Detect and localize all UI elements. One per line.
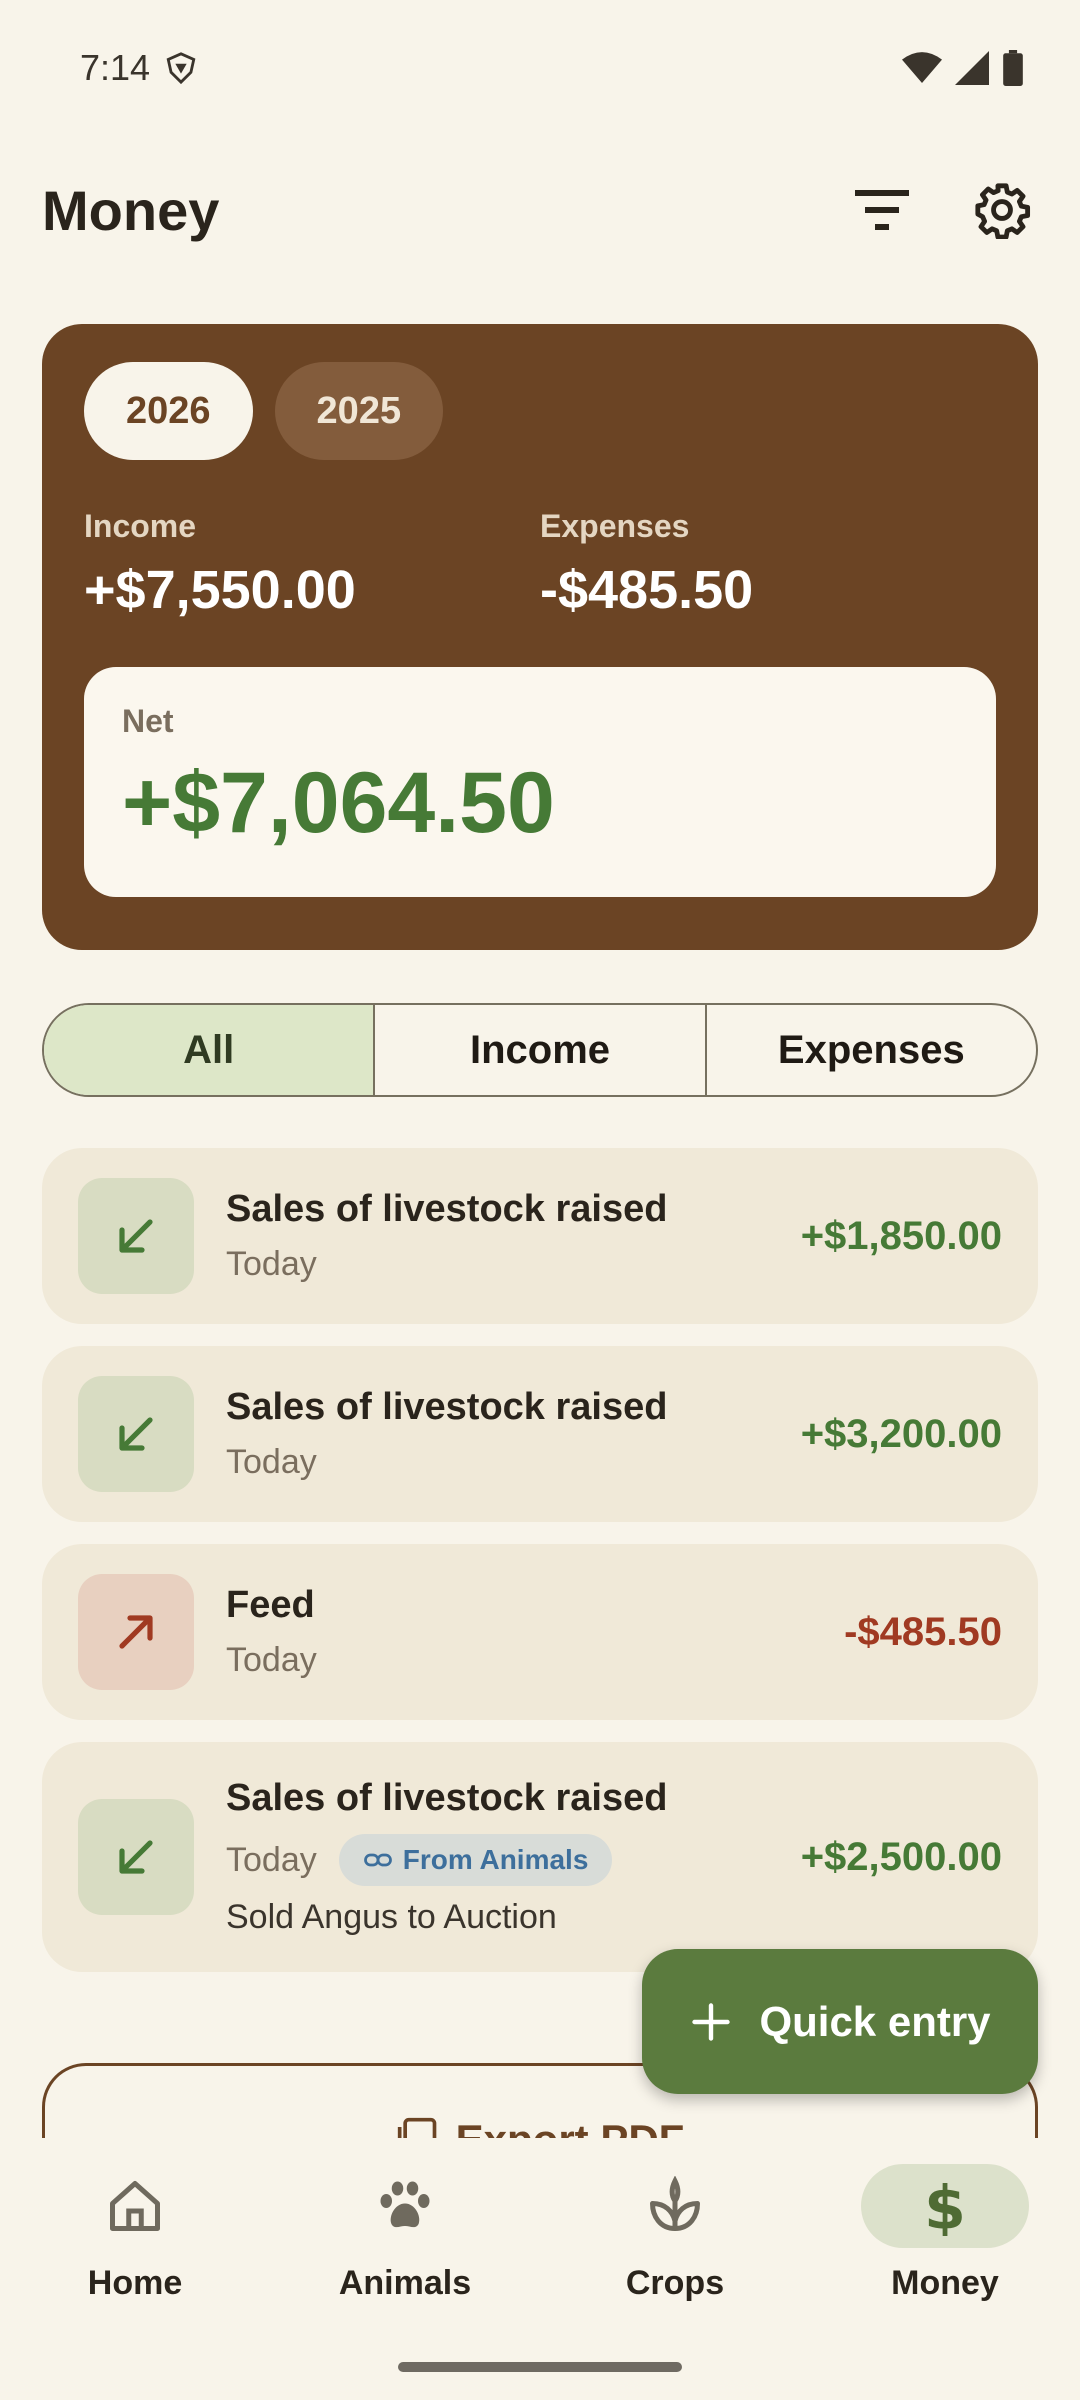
settings-button[interactable] — [966, 174, 1038, 246]
transaction-meta: Today — [226, 1245, 801, 1284]
nav-crops-icon-wrap — [591, 2164, 759, 2248]
transaction-date: Today — [226, 1245, 317, 1283]
filter-income[interactable]: Income — [375, 1005, 707, 1095]
nav-crops-label: Crops — [625, 2264, 725, 2302]
plus-icon — [692, 2002, 731, 2041]
quick-entry-label: Quick entry — [759, 1997, 991, 2045]
income-badge — [78, 1799, 194, 1915]
sprout-icon — [650, 2176, 700, 2231]
transaction-list: Sales of livestock raised Today +$1,850.… — [42, 1148, 1038, 1994]
status-bar: 7:14 — [0, 0, 1080, 136]
paw-icon — [380, 2181, 430, 2228]
wifi-icon — [902, 52, 942, 83]
transaction-title: Sales of livestock raised — [226, 1777, 668, 1819]
transaction-body: Feed Today — [226, 1584, 844, 1680]
quick-entry-fab[interactable]: Quick entry — [642, 1949, 1038, 2094]
home-icon — [110, 2181, 160, 2231]
type-filter-segmented: All Income Expenses — [42, 1003, 1038, 1097]
filter-expenses[interactable]: Expenses — [707, 1005, 1036, 1095]
nav-money-label: Money — [891, 2264, 999, 2302]
expenses-value: -$485.50 — [540, 560, 754, 620]
net-label: Net — [122, 703, 174, 739]
filter-icon — [855, 190, 909, 230]
transaction-item[interactable]: Feed Today -$485.50 — [42, 1544, 1038, 1720]
app-actions — [846, 174, 1038, 246]
income-total: Income +$7,550.00 — [84, 508, 540, 621]
income-badge — [78, 1376, 194, 1492]
filter-all[interactable]: All — [44, 1005, 376, 1095]
transaction-title: Sales of livestock raised — [226, 1386, 668, 1428]
linked-source-chip[interactable]: From Animals — [338, 1834, 613, 1886]
filter-button[interactable] — [846, 174, 918, 246]
transaction-item[interactable]: Sales of livestock raised Today +$1,850.… — [42, 1148, 1038, 1324]
battery-icon — [1003, 50, 1023, 86]
transaction-date: Today — [226, 1840, 317, 1879]
link-icon — [363, 1853, 392, 1867]
transaction-body: Sales of livestock raised Today — [226, 1188, 801, 1284]
transaction-date: Today — [226, 1443, 317, 1481]
transaction-amount: +$3,200.00 — [800, 1411, 1002, 1456]
transaction-date: Today — [226, 1641, 317, 1679]
nav-animals-label: Animals — [338, 2264, 472, 2302]
dollar-icon: $ — [924, 2176, 966, 2236]
transaction-amount: +$2,500.00 — [800, 1834, 1002, 1879]
net-value: +$7,064.50 — [122, 755, 555, 851]
transaction-amount: +$1,850.00 — [800, 1213, 1002, 1258]
arrow-down-left-icon — [119, 1840, 153, 1874]
status-time: 7:14 — [80, 47, 198, 89]
nav-home[interactable]: Home — [0, 2164, 270, 2400]
app-bar: Money — [0, 150, 1080, 270]
transaction-title: Sales of livestock raised — [226, 1188, 668, 1230]
transaction-body: Sales of livestock raised Today — [226, 1386, 801, 1482]
income-badge — [78, 1178, 194, 1294]
transaction-item[interactable]: Sales of livestock raised Today From Ani… — [42, 1742, 1038, 1972]
income-value: +$7,550.00 — [84, 560, 356, 620]
transaction-item[interactable]: Sales of livestock raised Today +$3,200.… — [42, 1346, 1038, 1522]
nav-home-label: Home — [87, 2264, 183, 2302]
transaction-meta: Today — [226, 1641, 844, 1680]
transaction-title: Feed — [226, 1584, 315, 1626]
status-icons — [902, 50, 1024, 86]
arrow-down-left-icon — [119, 1417, 153, 1451]
gear-icon — [975, 183, 1031, 239]
summary-card: 2026 2025 Income +$7,550.00 Expenses -$4… — [42, 324, 1038, 950]
svg-text:$: $ — [924, 2176, 966, 2236]
year-chip-2025[interactable]: 2025 — [274, 362, 444, 460]
expense-badge — [78, 1574, 194, 1690]
page-title: Money — [42, 178, 220, 242]
net-card: Net +$7,064.50 — [84, 667, 996, 897]
arrow-up-right-icon — [119, 1615, 153, 1649]
vpn-shield-icon — [166, 52, 196, 85]
transaction-note: Sold Angus to Auction — [226, 1898, 557, 1936]
nav-money[interactable]: $ Money — [810, 2164, 1080, 2400]
expenses-label: Expenses — [540, 508, 690, 544]
transaction-meta: Today — [226, 1443, 801, 1482]
arrow-down-left-icon — [119, 1219, 153, 1253]
year-selector: 2026 2025 — [84, 362, 996, 460]
transaction-meta: Today From Animals — [226, 1834, 801, 1886]
status-time-text: 7:14 — [80, 47, 151, 88]
linked-source-label: From Animals — [402, 1844, 589, 1875]
income-label: Income — [84, 508, 197, 544]
nav-home-icon-wrap — [51, 2164, 219, 2248]
home-indicator[interactable] — [398, 2362, 682, 2372]
transaction-amount: -$485.50 — [844, 1609, 1002, 1654]
bottom-navigation: Home Animals Crops $ Money — [0, 2138, 1080, 2400]
nav-animals-icon-wrap — [321, 2164, 489, 2248]
cellular-signal-icon — [955, 51, 989, 85]
totals-row: Income +$7,550.00 Expenses -$485.50 — [84, 508, 996, 621]
expenses-total: Expenses -$485.50 — [540, 508, 996, 621]
transaction-body: Sales of livestock raised Today From Ani… — [226, 1777, 801, 1937]
nav-money-icon-wrap: $ — [861, 2164, 1029, 2248]
year-chip-2026[interactable]: 2026 — [84, 362, 253, 460]
